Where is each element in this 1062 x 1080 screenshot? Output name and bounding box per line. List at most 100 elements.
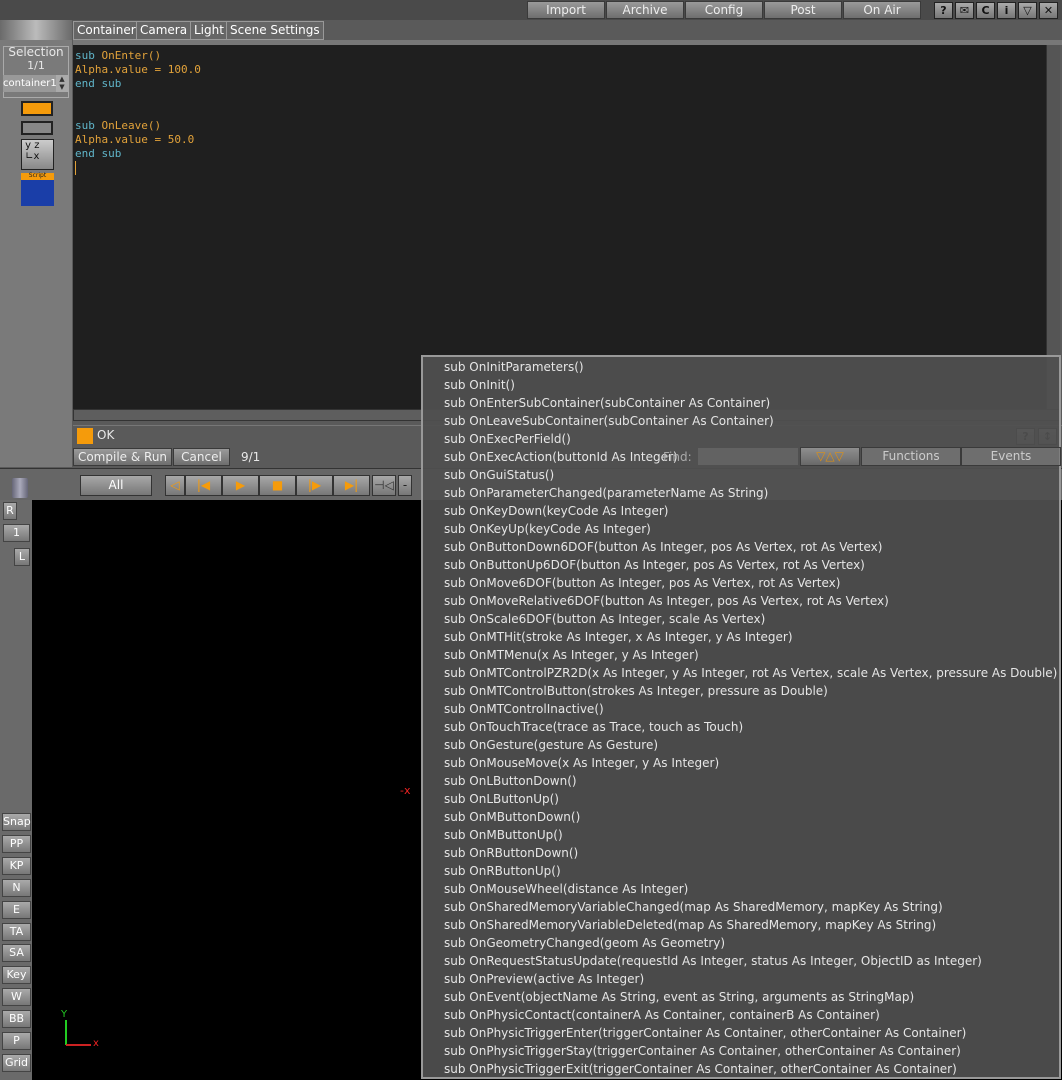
tab-scene-settings[interactable]: Scene Settings: [226, 21, 324, 40]
list-item[interactable]: sub OnScale6DOF(button As Integer, scale…: [423, 610, 1059, 628]
list-item[interactable]: sub OnKeyUp(keyCode As Integer): [423, 520, 1059, 538]
import-button[interactable]: Import: [527, 1, 605, 19]
list-item[interactable]: sub OnPhysicTriggerExit(triggerContainer…: [423, 1060, 1059, 1078]
sidebar-button-ta[interactable]: TA: [2, 922, 31, 941]
sidebar-button-sa[interactable]: SA: [2, 944, 31, 963]
sidebar-button-p[interactable]: P: [2, 1032, 31, 1050]
sidebar-button-bb[interactable]: BB: [2, 1010, 31, 1029]
list-item[interactable]: sub OnInitParameters(): [423, 358, 1059, 376]
script-plugin-icon[interactable]: Script: [21, 172, 54, 206]
on-air-button[interactable]: On Air: [843, 1, 921, 19]
list-item[interactable]: sub OnMouseWheel(distance As Integer): [423, 880, 1059, 898]
list-item[interactable]: sub OnInit(): [423, 376, 1059, 394]
all-button[interactable]: All: [80, 475, 152, 496]
code-line: sub OnLeave(): [75, 119, 1044, 133]
list-item[interactable]: sub OnMouseMove(x As Integer, y As Integ…: [423, 754, 1059, 772]
list-item[interactable]: sub OnGeometryChanged(geom As Geometry): [423, 934, 1059, 952]
code-token: sub: [75, 119, 102, 132]
list-item[interactable]: sub OnPhysicContact(containerA As Contai…: [423, 1006, 1059, 1024]
list-item[interactable]: sub OnLButtonDown(): [423, 772, 1059, 790]
archive-button[interactable]: Archive: [606, 1, 684, 19]
console-icon[interactable]: C: [976, 2, 995, 19]
sidebar-button-n[interactable]: N: [2, 878, 31, 897]
list-item[interactable]: sub OnGuiStatus(): [423, 466, 1059, 484]
list-item[interactable]: sub OnRButtonDown(): [423, 844, 1059, 862]
compile-run-button[interactable]: Compile & Run: [73, 448, 172, 466]
help-icon[interactable]: ?: [934, 2, 953, 19]
functions-button[interactable]: Functions: [861, 447, 961, 466]
y-axis-gizmo: [65, 1020, 67, 1045]
post-button[interactable]: Post: [764, 1, 842, 19]
find-input[interactable]: [698, 448, 798, 465]
list-item[interactable]: sub OnSharedMemoryVariableDeleted(map As…: [423, 916, 1059, 934]
selection-stepper[interactable]: ▲ ▼: [56, 75, 68, 92]
list-item[interactable]: sub OnParameterChanged(parameterName As …: [423, 484, 1059, 502]
list-item[interactable]: sub OnMove6DOF(button As Integer, pos As…: [423, 574, 1059, 592]
container-icon[interactable]: [21, 101, 53, 116]
go-end-icon[interactable]: ▶|: [333, 475, 370, 496]
code-token: sub: [75, 49, 102, 62]
list-item[interactable]: sub OnExecPerField(): [423, 430, 1059, 448]
sidebar-button-e[interactable]: E: [2, 900, 31, 919]
list-item[interactable]: sub OnKeyDown(keyCode As Integer): [423, 502, 1059, 520]
sort-icons[interactable]: ▽△▽: [800, 447, 860, 466]
list-item[interactable]: sub OnMoveRelative6DOF(button As Integer…: [423, 592, 1059, 610]
selection-field[interactable]: container1: [3, 75, 56, 92]
list-item[interactable]: sub OnMTMenu(x As Integer, y As Integer): [423, 646, 1059, 664]
dropdown-icon[interactable]: ▽: [1018, 2, 1037, 19]
list-item[interactable]: sub OnLeaveSubContainer(subContainer As …: [423, 412, 1059, 430]
list-item[interactable]: sub OnSharedMemoryVariableChanged(map As…: [423, 898, 1059, 916]
tab-light[interactable]: Light: [190, 21, 228, 40]
keyframe-icon[interactable]: ⊣◁: [372, 475, 396, 496]
list-item[interactable]: sub OnMTControlInactive(): [423, 700, 1059, 718]
code-token: end sub: [75, 77, 122, 90]
layer-1-button[interactable]: 1: [3, 524, 30, 542]
r-button[interactable]: R: [3, 502, 17, 520]
list-item[interactable]: sub OnMTControlButton(strokes As Integer…: [423, 682, 1059, 700]
play-icon[interactable]: ▶: [222, 475, 259, 496]
transform-axis-icon[interactable]: y z ∟x: [21, 139, 54, 170]
sidebar-button-grid[interactable]: Grid: [2, 1053, 31, 1072]
list-item[interactable]: sub OnMButtonDown(): [423, 808, 1059, 826]
neg-x-axis-label: -x: [400, 784, 411, 797]
list-item[interactable]: sub OnEnterSubContainer(subContainer As …: [423, 394, 1059, 412]
info-icon[interactable]: i: [997, 2, 1016, 19]
list-item[interactable]: sub OnMTControlPZR2D(x As Integer, y As …: [423, 664, 1059, 682]
go-start-icon[interactable]: |◀: [185, 475, 222, 496]
events-button[interactable]: Events: [961, 447, 1061, 466]
user-icon[interactable]: [21, 121, 53, 135]
list-item[interactable]: sub OnGesture(gesture As Gesture): [423, 736, 1059, 754]
list-item[interactable]: sub OnMButtonUp(): [423, 826, 1059, 844]
trash-icon[interactable]: [12, 478, 28, 498]
sidebar-button-w[interactable]: W: [2, 988, 31, 1007]
sidebar-button-key[interactable]: Key: [2, 966, 31, 985]
l-button[interactable]: L: [14, 548, 30, 566]
list-item[interactable]: sub OnTouchTrace(trace as Trace, touch a…: [423, 718, 1059, 736]
config-button[interactable]: Config: [685, 1, 763, 19]
list-item[interactable]: sub OnPhysicTriggerStay(triggerContainer…: [423, 1042, 1059, 1060]
list-item[interactable]: sub OnRequestStatusUpdate(requestId As I…: [423, 952, 1059, 970]
sidebar-button-kp[interactable]: KP: [2, 856, 31, 875]
list-item[interactable]: sub OnRButtonUp(): [423, 862, 1059, 880]
cursor-position: 9/1: [241, 450, 261, 464]
tab-camera[interactable]: Camera: [136, 21, 192, 40]
list-item[interactable]: sub OnEvent(objectName As String, event …: [423, 988, 1059, 1006]
sidebar-button-snap[interactable]: Snap: [2, 813, 31, 831]
minus-button[interactable]: -: [398, 475, 412, 496]
list-item[interactable]: sub OnLButtonUp(): [423, 790, 1059, 808]
list-item[interactable]: sub OnPreview(active As Integer): [423, 970, 1059, 988]
list-item[interactable]: sub OnButtonDown6DOF(button As Integer, …: [423, 538, 1059, 556]
list-item[interactable]: sub OnPhysicTriggerEnter(triggerContaine…: [423, 1024, 1059, 1042]
prev-icon[interactable]: ◁: [165, 475, 185, 496]
mail-icon[interactable]: ✉: [955, 2, 974, 19]
close-icon[interactable]: ✕: [1039, 2, 1058, 19]
list-item[interactable]: sub OnMTHit(stroke As Integer, x As Inte…: [423, 628, 1059, 646]
list-item[interactable]: sub OnButtonUp6DOF(button As Integer, po…: [423, 556, 1059, 574]
text-cursor: [75, 161, 76, 175]
sidebar-button-pp[interactable]: PP: [2, 834, 31, 853]
step-forward-icon[interactable]: |▶: [296, 475, 333, 496]
x-axis-gizmo: [66, 1044, 91, 1046]
cancel-button[interactable]: Cancel: [173, 448, 230, 466]
tab-container[interactable]: Container: [73, 21, 140, 40]
stop-icon[interactable]: ■: [259, 475, 296, 496]
